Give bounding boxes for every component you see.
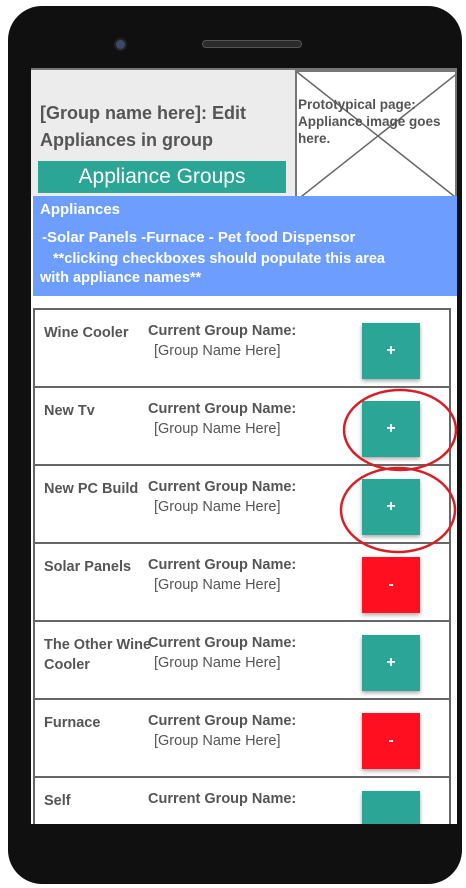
current-group-value: [Group Name Here] — [154, 733, 281, 749]
add-to-group-button[interactable]: + — [362, 401, 420, 457]
appliance-name: Solar Panels — [44, 559, 132, 575]
image-placeholder-text: Prototypical page: Appliance image goes … — [298, 97, 441, 146]
page-header: [Group name here]: Edit Appliances in gr… — [31, 68, 457, 198]
appliance-name: Furnace — [44, 715, 101, 731]
panel-note-line-1: **clicking checkboxes should populate th… — [53, 251, 385, 267]
selected-appliances-panel: Appliances -Solar Panels -Furnace - Pet … — [33, 196, 457, 296]
list-item: The Other Wine Cooler Current Group Name… — [33, 622, 451, 700]
panel-note-line-2: with appliance names** — [40, 270, 202, 286]
add-to-group-button[interactable] — [362, 791, 420, 824]
appliances-panel-title: Appliances — [40, 201, 121, 218]
list-item: Furnace Current Group Name: [Group Name … — [33, 700, 451, 778]
current-group-label: Current Group Name: — [148, 635, 297, 651]
appliance-name: The Other Wine Cooler — [44, 637, 152, 673]
current-group-label: Current Group Name: — [148, 713, 297, 729]
add-to-group-button[interactable]: + — [362, 635, 420, 691]
appliance-groups-button[interactable]: Appliance Groups — [38, 161, 286, 193]
add-to-group-button[interactable]: + — [362, 323, 420, 379]
current-group-label: Current Group Name: — [148, 557, 297, 573]
remove-from-group-button[interactable]: - — [362, 713, 420, 769]
front-camera — [116, 40, 125, 49]
appliances-panel-note: **clicking checkboxes should populate th… — [40, 250, 440, 288]
appliance-name: New PC Build — [44, 481, 139, 497]
list-item: New Tv Current Group Name: [Group Name H… — [33, 388, 451, 466]
app-screen: [Group name here]: Edit Appliances in gr… — [31, 68, 457, 824]
current-group-value: [Group Name Here] — [154, 499, 281, 515]
current-group-label: Current Group Name: — [148, 791, 297, 807]
selected-appliances-list: -Solar Panels -Furnace - Pet food Dispen… — [42, 229, 356, 246]
appliance-name: New Tv — [44, 403, 95, 419]
list-item: New PC Build Current Group Name: [Group … — [33, 466, 451, 544]
current-group-label: Current Group Name: — [148, 323, 297, 339]
add-to-group-button[interactable]: + — [362, 479, 420, 535]
current-group-value: [Group Name Here] — [154, 421, 281, 437]
appliance-list: Wine Cooler Current Group Name: [Group N… — [33, 308, 451, 824]
list-item: Wine Cooler Current Group Name: [Group N… — [33, 308, 451, 388]
appliance-name: Wine Cooler — [44, 325, 129, 341]
page-title: [Group name here]: Edit Appliances in gr… — [40, 103, 247, 150]
current-group-value: [Group Name Here] — [154, 343, 281, 359]
remove-from-group-button[interactable]: - — [362, 557, 420, 613]
current-group-label: Current Group Name: — [148, 479, 297, 495]
appliance-image-placeholder: Prototypical page: Appliance image goes … — [295, 70, 457, 198]
current-group-value: [Group Name Here] — [154, 577, 281, 593]
current-group-label: Current Group Name: — [148, 401, 297, 417]
current-group-value: [Group Name Here] — [154, 655, 281, 671]
list-item: Self Current Group Name: — [33, 778, 451, 824]
appliance-name: Self — [44, 793, 71, 809]
earpiece-speaker — [202, 40, 302, 48]
list-item: Solar Panels Current Group Name: [Group … — [33, 544, 451, 622]
